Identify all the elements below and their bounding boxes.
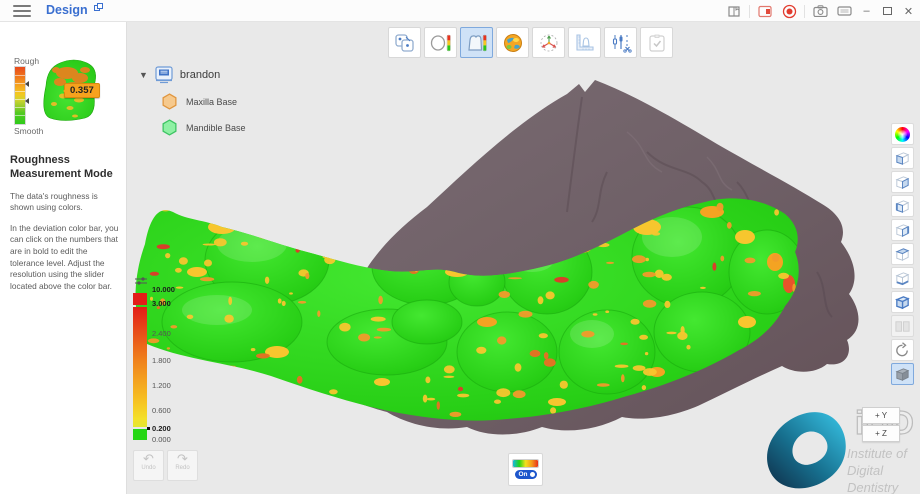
mandible-hexagon-icon: [161, 119, 178, 136]
roughness-value-badge: 0.357: [64, 83, 100, 98]
view-front-button[interactable]: [891, 147, 914, 169]
view-top-button[interactable]: [891, 243, 914, 265]
reset-view-button[interactable]: [891, 339, 914, 361]
tick-10[interactable]: 10.000: [152, 285, 175, 294]
view-back-button[interactable]: [891, 171, 914, 193]
resolution-slider-icon[interactable]: [134, 276, 148, 286]
tolerance-marker[interactable]: [147, 427, 150, 430]
view-rail: [891, 123, 914, 385]
toggle-on-pill: On: [515, 470, 537, 479]
view-isometric-button[interactable]: [891, 291, 914, 313]
scale-marker-upper[interactable]: [25, 81, 29, 87]
axis-plus-z-button[interactable]: + Z: [862, 425, 900, 442]
color-wheel-icon: [895, 127, 910, 142]
3d-viewport[interactable]: ▼ brandon Maxilla Base: [127, 22, 920, 494]
measurement-button[interactable]: [568, 27, 601, 58]
mandible-base-mesh: [136, 198, 799, 420]
color-wheel-button[interactable]: [891, 123, 914, 145]
undo-button[interactable]: ↶ Undo: [133, 450, 164, 481]
maxilla-hexagon-icon: [161, 93, 178, 110]
scan-data-icon: [154, 66, 174, 84]
view-bottom-button[interactable]: [891, 267, 914, 289]
history-controls: ↶ Undo ↷ Redo: [133, 450, 198, 481]
axis-plus-y-button[interactable]: + Y: [862, 407, 900, 424]
app-window: Design – ✕: [0, 0, 920, 494]
model-tree: ▼ brandon Maxilla Base: [139, 66, 246, 136]
mode-toolbar: [388, 27, 673, 58]
display-mode-icon[interactable]: [835, 3, 853, 19]
roughness-measurement-button[interactable]: [460, 27, 493, 58]
dental-model-render: [127, 22, 920, 494]
set-axis-button[interactable]: [532, 27, 565, 58]
redo-button[interactable]: ↷ Redo: [167, 450, 198, 481]
smooth-label: Smooth: [14, 126, 43, 136]
tick-2-4: 2.400: [152, 329, 171, 338]
tree-root-label: brandon: [180, 69, 220, 81]
tree-item-mandible-base[interactable]: Mandible Base: [161, 119, 246, 136]
tick-3[interactable]: 3.000: [152, 299, 171, 308]
view-right-button[interactable]: [891, 219, 914, 241]
pin-panel-icon[interactable]: [94, 3, 103, 12]
colorbar-gradient: [133, 307, 147, 427]
idd-subtitle: Institute of Digital Dentistry: [847, 446, 920, 494]
tick-1-2: 1.200: [152, 381, 171, 390]
colorbar-inrange-block: [133, 429, 147, 440]
view-left-button[interactable]: [891, 195, 914, 217]
undercut-display-button[interactable]: [496, 27, 529, 58]
mode-heading: Roughness Measurement Mode: [10, 154, 119, 182]
mode-description-1: The data's roughness is shown using colo…: [10, 191, 119, 214]
caret-down-icon[interactable]: ▼: [139, 70, 148, 80]
tree-item-maxilla-base[interactable]: Maxilla Base: [161, 93, 246, 110]
split-view-button[interactable]: [891, 315, 914, 337]
maximize-button[interactable]: [880, 3, 895, 19]
adjustment-tools-button[interactable]: [604, 27, 637, 58]
screenshot-icon[interactable]: [811, 3, 829, 19]
user-guide-icon[interactable]: [725, 3, 743, 19]
axis-shortcuts: + Y + Z: [862, 407, 900, 442]
close-button[interactable]: ✕: [901, 3, 916, 19]
record-icon[interactable]: [780, 3, 798, 19]
mode-description-2: In the deviation color bar, you can clic…: [10, 223, 119, 293]
help-sidebar: Rough Smooth 0.: [0, 22, 127, 494]
confirm-button[interactable]: [640, 27, 673, 58]
capture-panel-icon[interactable]: [756, 3, 774, 19]
roughness-scale: [15, 67, 25, 124]
tick-0-6: 0.600: [152, 406, 171, 415]
tick-1-8: 1.800: [152, 356, 171, 365]
maxilla-base-mesh: [291, 80, 858, 435]
help-text-block: Roughness Measurement Mode The data's ro…: [10, 154, 119, 301]
scale-marker-lower[interactable]: [25, 98, 29, 104]
idd-logo-icon: [755, 394, 855, 492]
colorbar-overmax-block: [133, 293, 147, 305]
titlebar-icons: – ✕: [725, 0, 916, 22]
menu-icon[interactable]: [13, 5, 31, 17]
colorbar-toggle-button[interactable]: On: [508, 453, 543, 486]
tick-0: 0.000: [152, 435, 171, 444]
titlebar: Design – ✕: [0, 0, 920, 22]
data-compare-button[interactable]: [388, 27, 421, 58]
page-title: Design: [46, 3, 88, 17]
deviation-display-button[interactable]: [424, 27, 457, 58]
mini-colorbar-icon: [513, 460, 538, 467]
tick-0-2[interactable]: 0.200: [152, 424, 171, 433]
shaded-view-button[interactable]: [891, 363, 914, 385]
minimize-button[interactable]: –: [859, 3, 874, 19]
tree-root-brandon[interactable]: ▼ brandon: [139, 66, 246, 84]
